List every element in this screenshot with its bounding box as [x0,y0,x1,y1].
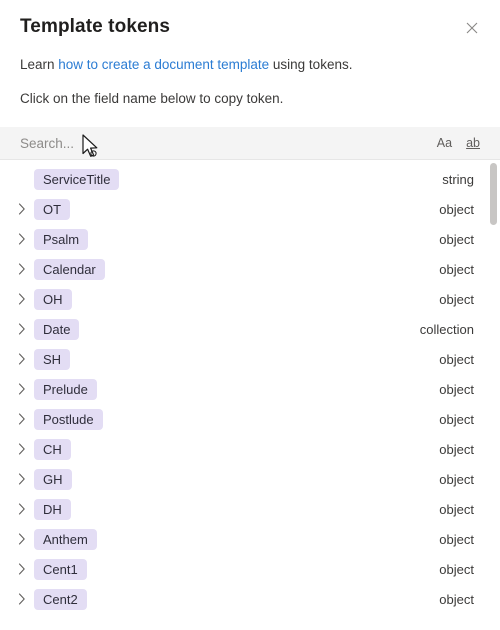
token-row[interactable]: Anthem object [0,524,500,554]
token-type-label: object [439,501,474,517]
search-input[interactable] [20,127,437,159]
token-row[interactable]: OT object [0,194,500,224]
token-type-label: object [439,441,474,457]
token-row[interactable]: Postlude object [0,404,500,434]
chevron-right-icon[interactable] [12,529,32,549]
chevron-right-icon[interactable] [12,439,32,459]
token-chip[interactable]: Cent1 [34,558,87,580]
token-type-label: object [439,351,474,367]
chevron-right-icon[interactable] [12,469,32,489]
scrollbar-thumb[interactable] [490,163,497,225]
page-title: Template tokens [20,16,171,37]
chevron-right-icon[interactable] [12,289,32,309]
token-chip[interactable]: CH [34,438,71,460]
token-chip[interactable]: OH [34,288,72,310]
chevron-right-icon[interactable] [12,559,32,579]
token-chip[interactable]: Date [34,318,80,340]
token-type-label: object [439,261,474,277]
intro-line-copy-hint: Click on the field name below to copy to… [20,91,284,106]
token-type-label: object [439,531,474,547]
token-type-label: object [439,381,474,397]
token-row[interactable]: Date collection [0,314,500,344]
token-type-label: object [439,291,474,307]
close-button[interactable] [458,14,486,42]
chevron-right-icon[interactable] [12,589,32,609]
chevron-right-icon[interactable] [12,379,32,399]
document-template-link[interactable]: how to create a document template [58,57,269,72]
token-type-label: object [439,561,474,577]
token-chip[interactable]: GH [34,468,72,490]
token-row[interactable]: Psalm object [0,224,500,254]
panel-header: Template tokens [0,0,500,40]
token-type-label: object [439,591,474,607]
token-chip[interactable]: Cent2 [34,588,87,610]
intro-prefix-text: Learn [20,57,59,72]
match-case-icon[interactable]: Aa [437,135,452,151]
token-row[interactable]: ServiceTitle string [0,164,500,194]
search-bar: Aa ab [0,127,500,160]
token-chip[interactable]: Postlude [34,408,103,430]
chevron-right-icon[interactable] [12,319,32,339]
close-icon [466,22,478,34]
token-type-label: object [439,471,474,487]
token-chip[interactable]: Calendar [34,258,105,280]
whole-word-icon[interactable]: ab [466,135,480,151]
token-row[interactable]: GH object [0,464,500,494]
token-chip[interactable]: ServiceTitle [34,168,120,190]
panel-intro: Learn how to create a document template … [0,55,500,108]
chevron-right-icon[interactable] [12,499,32,519]
chevron-right-icon[interactable] [12,409,32,429]
token-type-label: collection [419,321,474,337]
token-chip[interactable]: Prelude [34,378,97,400]
intro-line-learn: Learn how to create a document template … [20,55,480,74]
token-chip[interactable]: Psalm [34,228,89,250]
intro-suffix-text: using tokens. [269,57,353,72]
token-row[interactable]: OH object [0,284,500,314]
token-chip[interactable]: OT [34,198,71,220]
token-row[interactable]: Calendar object [0,254,500,284]
token-row[interactable]: DH object [0,494,500,524]
chevron-right-icon[interactable] [12,229,32,249]
token-row[interactable]: Cent1 object [0,554,500,584]
token-row[interactable]: SH object [0,344,500,374]
token-chip[interactable]: DH [34,498,71,520]
token-type-label: string [442,171,474,187]
token-type-label: object [439,411,474,427]
token-row[interactable]: CH object [0,434,500,464]
token-chip[interactable]: SH [34,348,71,370]
chevron-right-icon[interactable] [12,349,32,369]
token-list-scrollbar[interactable] [490,160,497,625]
chevron-right-icon[interactable] [12,199,32,219]
token-list: ServiceTitle string OT object Psalm object Cal… [0,160,500,614]
token-type-label: object [439,231,474,247]
token-row[interactable]: Cent2 object [0,584,500,614]
token-type-label: object [439,201,474,217]
token-list-container: ServiceTitle string OT object Psalm object Cal… [0,160,500,625]
search-tools: Aa ab [437,135,486,151]
chevron-right-icon[interactable] [12,259,32,279]
token-row[interactable]: Prelude object [0,374,500,404]
token-chip[interactable]: Anthem [34,528,97,550]
